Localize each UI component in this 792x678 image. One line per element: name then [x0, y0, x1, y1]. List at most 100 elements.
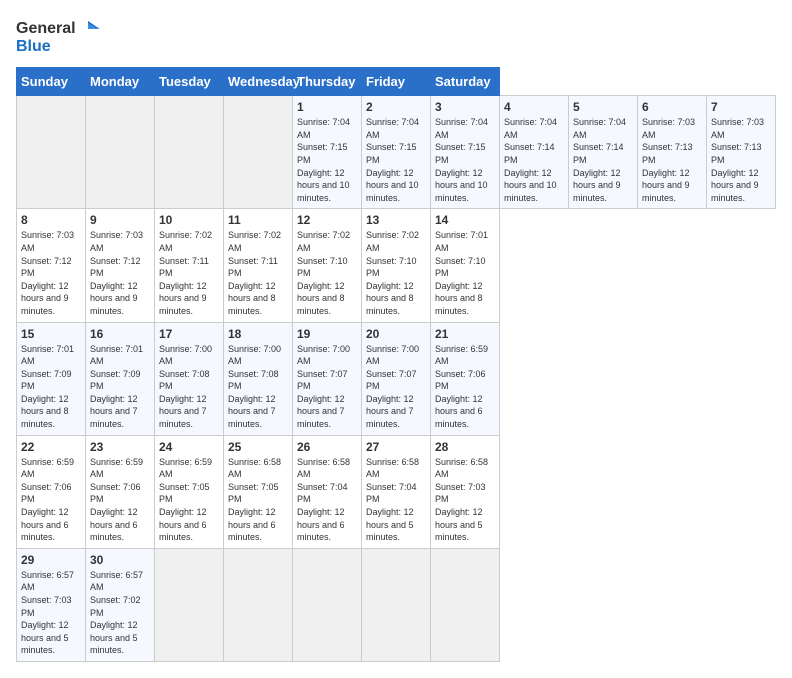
calendar-cell [224, 96, 293, 209]
day-number: 12 [297, 213, 357, 227]
calendar-cell [86, 96, 155, 209]
calendar-week-3: 15 Sunrise: 7:01 AMSunset: 7:09 PMDayligh… [17, 322, 776, 435]
day-info: Sunrise: 7:01 AMSunset: 7:09 PMDaylight:… [90, 343, 150, 431]
day-info: Sunrise: 7:02 AMSunset: 7:11 PMDaylight:… [159, 229, 219, 317]
logo-container: General Blue [16, 20, 100, 55]
day-number: 30 [90, 553, 150, 567]
day-number: 16 [90, 327, 150, 341]
day-number: 25 [228, 440, 288, 454]
day-info: Sunrise: 7:04 AMSunset: 7:14 PMDaylight:… [504, 116, 564, 204]
col-header-saturday: Saturday [431, 68, 500, 96]
calendar-cell: 5 Sunrise: 7:04 AMSunset: 7:14 PMDaylight… [569, 96, 638, 209]
day-info: Sunrise: 7:00 AMSunset: 7:07 PMDaylight:… [366, 343, 426, 431]
col-header-wednesday: Wednesday [224, 68, 293, 96]
day-number: 20 [366, 327, 426, 341]
day-number: 5 [573, 100, 633, 114]
day-number: 3 [435, 100, 495, 114]
day-info: Sunrise: 6:59 AMSunset: 7:05 PMDaylight:… [159, 456, 219, 544]
calendar-table: SundayMondayTuesdayWednesdayThursdayFrid… [16, 67, 776, 662]
calendar-cell: 27 Sunrise: 6:58 AMSunset: 7:04 PMDayligh… [362, 435, 431, 548]
day-number: 11 [228, 213, 288, 227]
day-number: 6 [642, 100, 702, 114]
calendar-cell: 13Sunrise: 7:02 AMSunset: 7:10 PMDayligh… [362, 209, 431, 322]
calendar-cell: 14 Sunrise: 7:01 AMSunset: 7:10 PMDayligh… [431, 209, 500, 322]
day-number: 10 [159, 213, 219, 227]
day-info: Sunrise: 6:59 AMSunset: 7:06 PMDaylight:… [90, 456, 150, 544]
col-header-friday: Friday [362, 68, 431, 96]
calendar-week-2: 8 Sunrise: 7:03 AMSunset: 7:12 PMDaylight… [17, 209, 776, 322]
day-number: 22 [21, 440, 81, 454]
day-info: Sunrise: 7:04 AMSunset: 7:15 PMDaylight:… [297, 116, 357, 204]
day-number: 9 [90, 213, 150, 227]
day-info: Sunrise: 6:58 AMSunset: 7:04 PMDaylight:… [366, 456, 426, 544]
day-number: 26 [297, 440, 357, 454]
calendar-cell: 15 Sunrise: 7:01 AMSunset: 7:09 PMDayligh… [17, 322, 86, 435]
day-number: 14 [435, 213, 495, 227]
col-header-monday: Monday [86, 68, 155, 96]
day-number: 19 [297, 327, 357, 341]
calendar-cell [155, 96, 224, 209]
calendar-cell: 8 Sunrise: 7:03 AMSunset: 7:12 PMDaylight… [17, 209, 86, 322]
logo-blue: Blue [16, 38, 100, 56]
day-info: Sunrise: 7:00 AMSunset: 7:08 PMDaylight:… [228, 343, 288, 431]
calendar-cell: 10 Sunrise: 7:02 AMSunset: 7:11 PMDayligh… [155, 209, 224, 322]
day-number: 24 [159, 440, 219, 454]
day-info: Sunrise: 7:01 AMSunset: 7:09 PMDaylight:… [21, 343, 81, 431]
calendar-cell: 29 Sunrise: 6:57 AMSunset: 7:03 PMDayligh… [17, 548, 86, 661]
calendar-cell: 17Sunrise: 7:00 AMSunset: 7:08 PMDayligh… [155, 322, 224, 435]
day-number: 18 [228, 327, 288, 341]
day-info: Sunrise: 7:04 AMSunset: 7:15 PMDaylight:… [435, 116, 495, 204]
day-number: 17 [159, 327, 219, 341]
day-info: Sunrise: 7:03 AMSunset: 7:12 PMDaylight:… [21, 229, 81, 317]
day-number: 13 [366, 213, 426, 227]
calendar-cell: 16 Sunrise: 7:01 AMSunset: 7:09 PMDayligh… [86, 322, 155, 435]
day-info: Sunrise: 6:58 AMSunset: 7:03 PMDaylight:… [435, 456, 495, 544]
day-info: Sunrise: 7:03 AMSunset: 7:12 PMDaylight:… [90, 229, 150, 317]
day-info: Sunrise: 7:00 AMSunset: 7:07 PMDaylight:… [297, 343, 357, 431]
day-info: Sunrise: 7:04 AMSunset: 7:15 PMDaylight:… [366, 116, 426, 204]
calendar-cell: 19 Sunrise: 7:00 AMSunset: 7:07 PMDayligh… [293, 322, 362, 435]
day-info: Sunrise: 7:04 AMSunset: 7:14 PMDaylight:… [573, 116, 633, 204]
calendar-header: SundayMondayTuesdayWednesdayThursdayFrid… [17, 68, 776, 96]
day-info: Sunrise: 6:57 AMSunset: 7:02 PMDaylight:… [90, 569, 150, 657]
calendar-week-4: 22 Sunrise: 6:59 AMSunset: 7:06 PMDayligh… [17, 435, 776, 548]
day-number: 27 [366, 440, 426, 454]
calendar-cell: 23 Sunrise: 6:59 AMSunset: 7:06 PMDayligh… [86, 435, 155, 548]
calendar-cell: 25Sunrise: 6:58 AMSunset: 7:05 PMDayligh… [224, 435, 293, 548]
day-number: 21 [435, 327, 495, 341]
logo-bird-icon [78, 21, 100, 37]
day-number: 15 [21, 327, 81, 341]
calendar-week-5: 29 Sunrise: 6:57 AMSunset: 7:03 PMDayligh… [17, 548, 776, 661]
day-info: Sunrise: 7:03 AMSunset: 7:13 PMDaylight:… [711, 116, 771, 204]
day-number: 1 [297, 100, 357, 114]
calendar-cell [155, 548, 224, 661]
day-number: 4 [504, 100, 564, 114]
col-header-tuesday: Tuesday [155, 68, 224, 96]
day-info: Sunrise: 6:58 AMSunset: 7:04 PMDaylight:… [297, 456, 357, 544]
calendar-cell: 22 Sunrise: 6:59 AMSunset: 7:06 PMDayligh… [17, 435, 86, 548]
day-number: 8 [21, 213, 81, 227]
calendar-cell: 11Sunrise: 7:02 AMSunset: 7:11 PMDayligh… [224, 209, 293, 322]
calendar-cell: 7 Sunrise: 7:03 AMSunset: 7:13 PMDaylight… [707, 96, 776, 209]
calendar-cell: 18 Sunrise: 7:00 AMSunset: 7:08 PMDayligh… [224, 322, 293, 435]
day-info: Sunrise: 6:57 AMSunset: 7:03 PMDaylight:… [21, 569, 81, 657]
calendar-cell: 6 Sunrise: 7:03 AMSunset: 7:13 PMDaylight… [638, 96, 707, 209]
day-number: 23 [90, 440, 150, 454]
day-info: Sunrise: 6:59 AMSunset: 7:06 PMDaylight:… [21, 456, 81, 544]
col-header-sunday: Sunday [17, 68, 86, 96]
calendar-cell [293, 548, 362, 661]
page-header: General Blue [16, 16, 776, 55]
calendar-cell: 28 Sunrise: 6:58 AMSunset: 7:03 PMDayligh… [431, 435, 500, 548]
calendar-cell [431, 548, 500, 661]
calendar-cell [17, 96, 86, 209]
day-number: 28 [435, 440, 495, 454]
calendar-week-1: 1 Sunrise: 7:04 AMSunset: 7:15 PMDaylight… [17, 96, 776, 209]
logo-general: General [16, 20, 76, 38]
day-info: Sunrise: 7:03 AMSunset: 7:13 PMDaylight:… [642, 116, 702, 204]
day-number: 7 [711, 100, 771, 114]
calendar-cell: 30 Sunrise: 6:57 AMSunset: 7:02 PMDayligh… [86, 548, 155, 661]
day-number: 29 [21, 553, 81, 567]
day-info: Sunrise: 7:01 AMSunset: 7:10 PMDaylight:… [435, 229, 495, 317]
calendar-cell: 3 Sunrise: 7:04 AMSunset: 7:15 PMDaylight… [431, 96, 500, 209]
day-info: Sunrise: 6:59 AMSunset: 7:06 PMDaylight:… [435, 343, 495, 431]
